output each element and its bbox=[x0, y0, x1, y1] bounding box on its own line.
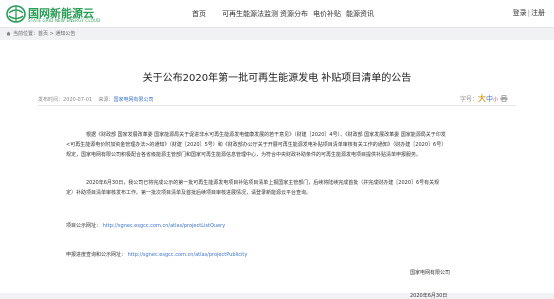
nav-law-monitor[interactable]: 可再生能源法监测 bbox=[222, 9, 278, 19]
project-publicity-link[interactable]: http://sgnec.esgcc.com.cn/atlas/projectP… bbox=[128, 252, 248, 258]
font-large-button[interactable]: 大 bbox=[478, 94, 486, 103]
logo-mark-icon bbox=[6, 5, 26, 23]
font-size-tools: 字号：大中小 bbox=[460, 93, 508, 104]
login-link[interactable]: 登录 bbox=[513, 9, 527, 17]
title-divider bbox=[38, 105, 516, 106]
breadcrumb-current-label: 当前位置： bbox=[13, 31, 39, 37]
signature-org: 国家电网有限公司 bbox=[410, 270, 451, 276]
breadcrumb-home[interactable]: 首页 bbox=[38, 31, 48, 37]
breadcrumb: 当前位置：首页 > 通知公告 bbox=[6, 30, 75, 37]
progress-query-link-row: 申报进度查询和公示网址： http://sgnec.esgcc.com.cn/a… bbox=[66, 251, 247, 258]
font-medium-button[interactable]: 中 bbox=[486, 95, 493, 103]
progress-link-label: 申报进度查询和公示网址： bbox=[66, 252, 127, 258]
breadcrumb-section[interactable]: 通知公告 bbox=[55, 31, 75, 37]
auth-links: 登录|注册 bbox=[513, 8, 545, 18]
project-list-link[interactable]: http://sgnec.esgcc.com.cn/atlas/projectL… bbox=[103, 223, 226, 229]
article-panel: 关于公布2020年第一批可再生能源发电 补贴项目清单的公告 发布时间：2020-… bbox=[0, 40, 554, 299]
nav-news[interactable]: 能源资讯 bbox=[346, 9, 374, 19]
logo-subtext: STATE GRID NEW ENERGY CLOUD bbox=[28, 18, 101, 23]
source-label: 来源： bbox=[98, 97, 114, 103]
publish-date: 2020-07-01 bbox=[63, 97, 93, 103]
project-publicity-link-row: 项目公示网址： http://sgnec.esgcc.com.cn/atlas/… bbox=[66, 222, 225, 229]
nav-resources[interactable]: 资源分布 bbox=[280, 9, 308, 19]
font-size-label: 字号： bbox=[460, 96, 479, 103]
register-link[interactable]: 注册 bbox=[531, 9, 545, 17]
article-meta: 发布时间：2020-07-01 来源：国家电网有限公司 bbox=[38, 96, 153, 103]
article-paragraph-2: 2020年6月30日，我公司已将完成公示的第一批可再生能源发电项目补贴项目清单上… bbox=[66, 178, 446, 198]
date-label: 发布时间： bbox=[38, 97, 64, 103]
home-icon bbox=[6, 31, 11, 36]
article-title: 关于公布2020年第一批可再生能源发电 补贴项目清单的公告 bbox=[142, 73, 412, 84]
article-paragraph-1: 根据《财政部 国家发展改革委 国家能源局关于促进非水可再生能源发电健康发展的若干… bbox=[66, 130, 446, 160]
paragraph-1-text: 根据《财政部 国家发展改革委 国家能源局关于促进非水可再生能源发电健康发展的若干… bbox=[66, 132, 446, 158]
nav-home[interactable]: 首页 bbox=[192, 9, 206, 19]
source-name: 国家电网有限公司 bbox=[113, 97, 154, 103]
project-link-label: 项目公示网址： bbox=[66, 223, 102, 229]
print-icon[interactable] bbox=[500, 95, 508, 102]
paragraph-2-text: 2020年6月30日，我公司已将完成公示的第一批可再生能源发电项目补贴项目清单上… bbox=[66, 180, 440, 196]
font-small-button[interactable]: 小 bbox=[493, 97, 498, 103]
nav-subsidy[interactable]: 电价补贴 bbox=[313, 9, 341, 19]
signature-date: 2020年6月30日 bbox=[410, 293, 448, 299]
site-logo[interactable]: 国网新能源云 STATE GRID NEW ENERGY CLOUD bbox=[6, 4, 116, 26]
top-header: 国网新能源云 STATE GRID NEW ENERGY CLOUD 首页 可再… bbox=[0, 0, 554, 28]
